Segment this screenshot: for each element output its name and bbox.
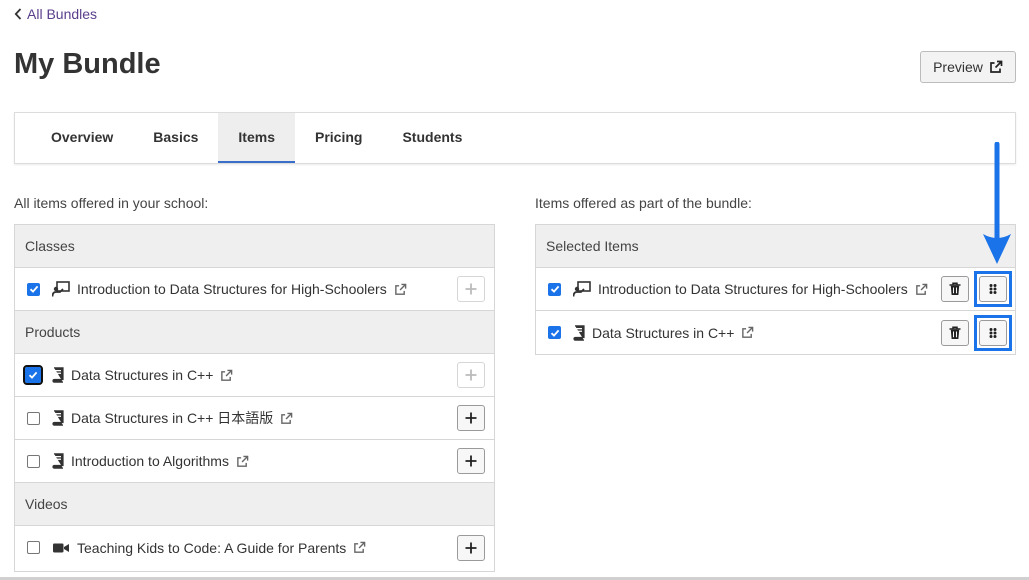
presentation-icon — [52, 281, 70, 297]
chevron-left-icon — [14, 8, 22, 20]
list-item: Data Structures in C++ — [15, 354, 494, 397]
delete-item-button[interactable] — [941, 319, 969, 346]
book-icon — [52, 453, 64, 469]
drag-handle-highlight — [974, 314, 1012, 351]
presentation-icon — [573, 281, 591, 297]
tab-bar: Overview Basics Items Pricing Students — [14, 112, 1016, 164]
trash-icon — [949, 282, 961, 295]
plus-icon — [465, 542, 477, 553]
annotation-arrow-icon — [983, 142, 1011, 264]
add-item-button[interactable] — [457, 362, 485, 388]
drag-handle-button[interactable] — [979, 276, 1007, 302]
item-name: Data Structures in C++ 日本語版 — [71, 410, 274, 426]
tab-label: Basics — [153, 129, 199, 145]
preview-button[interactable]: Preview — [920, 51, 1016, 83]
book-icon — [52, 410, 64, 426]
drag-handle-button[interactable] — [979, 319, 1007, 346]
group-header-products: Products — [15, 311, 494, 354]
group-header-selected-items: Selected Items — [536, 225, 1015, 268]
all-items-label: All items offered in your school: — [14, 195, 209, 211]
tab-pricing[interactable]: Pricing — [295, 113, 382, 163]
item-name: Introduction to Algorithms — [71, 453, 229, 469]
external-link-icon[interactable] — [236, 455, 249, 468]
external-link-icon[interactable] — [220, 369, 233, 382]
tab-label: Items — [238, 129, 275, 145]
item-name: Data Structures in C++ — [71, 367, 214, 383]
all-items-panel: Classes Introduction to Data Structures … — [14, 224, 495, 572]
external-link-icon[interactable] — [915, 283, 928, 296]
back-link-all-bundles[interactable]: All Bundles — [14, 6, 97, 22]
tab-label: Pricing — [315, 129, 363, 145]
item-name: Teaching Kids to Code: A Guide for Paren… — [77, 539, 347, 556]
tab-label: Overview — [51, 129, 114, 145]
item-name: Data Structures in C++ — [592, 324, 735, 341]
item-name: Introduction to Data Structures for High… — [77, 281, 387, 297]
plus-icon — [465, 455, 477, 467]
plus-icon — [465, 369, 477, 381]
preview-button-label: Preview — [933, 59, 983, 75]
book-icon — [573, 324, 585, 341]
item-checkbox[interactable] — [548, 326, 561, 339]
list-item: Introduction to Algorithms — [15, 440, 494, 483]
external-link-icon[interactable] — [353, 541, 366, 554]
list-item: Data Structures in C++ — [536, 311, 1015, 354]
trash-icon — [949, 326, 961, 339]
drag-handle-icon — [989, 284, 997, 294]
plus-icon — [465, 412, 477, 424]
drag-handle-highlight — [974, 271, 1012, 307]
list-item: Introduction to Data Structures for High… — [15, 268, 494, 311]
add-item-button[interactable] — [457, 405, 485, 431]
book-icon — [52, 367, 64, 383]
item-checkbox[interactable] — [548, 282, 561, 296]
page-title: My Bundle — [14, 48, 161, 80]
tab-items[interactable]: Items — [218, 113, 295, 163]
tab-basics[interactable]: Basics — [133, 113, 218, 163]
item-checkbox[interactable] — [27, 541, 40, 554]
check-icon — [29, 285, 38, 293]
plus-icon — [465, 283, 477, 295]
item-checkbox[interactable] — [27, 282, 40, 296]
tab-overview[interactable]: Overview — [31, 113, 133, 163]
external-link-icon[interactable] — [741, 326, 754, 339]
check-icon — [550, 329, 559, 337]
list-item: Introduction to Data Structures for High… — [536, 268, 1015, 311]
check-icon — [550, 285, 559, 293]
external-link-icon[interactable] — [280, 412, 293, 425]
external-link-icon[interactable] — [394, 283, 407, 296]
group-header-classes: Classes — [15, 225, 494, 268]
group-header-videos: Videos — [15, 483, 494, 526]
external-link-icon — [990, 60, 1003, 73]
tab-label: Students — [402, 129, 463, 145]
drag-handle-icon — [989, 327, 997, 338]
selected-items-panel: Selected Items Introduction to Data Stru… — [535, 224, 1016, 355]
item-name: Introduction to Data Structures for High… — [598, 281, 908, 297]
bundle-items-label: Items offered as part of the bundle: — [535, 195, 752, 211]
back-link-label: All Bundles — [27, 6, 98, 22]
item-checkbox[interactable] — [27, 411, 40, 425]
list-item: Data Structures in C++ 日本語版 — [15, 397, 494, 440]
delete-item-button[interactable] — [941, 276, 969, 302]
add-item-button[interactable] — [457, 276, 485, 302]
check-icon — [28, 371, 38, 379]
tab-students[interactable]: Students — [382, 113, 482, 163]
add-item-button[interactable] — [457, 534, 485, 561]
video-camera-icon — [52, 540, 70, 556]
item-checkbox[interactable] — [23, 365, 43, 385]
list-item: Teaching Kids to Code: A Guide for Paren… — [15, 526, 494, 569]
add-item-button[interactable] — [457, 448, 485, 474]
item-checkbox[interactable] — [27, 454, 40, 468]
